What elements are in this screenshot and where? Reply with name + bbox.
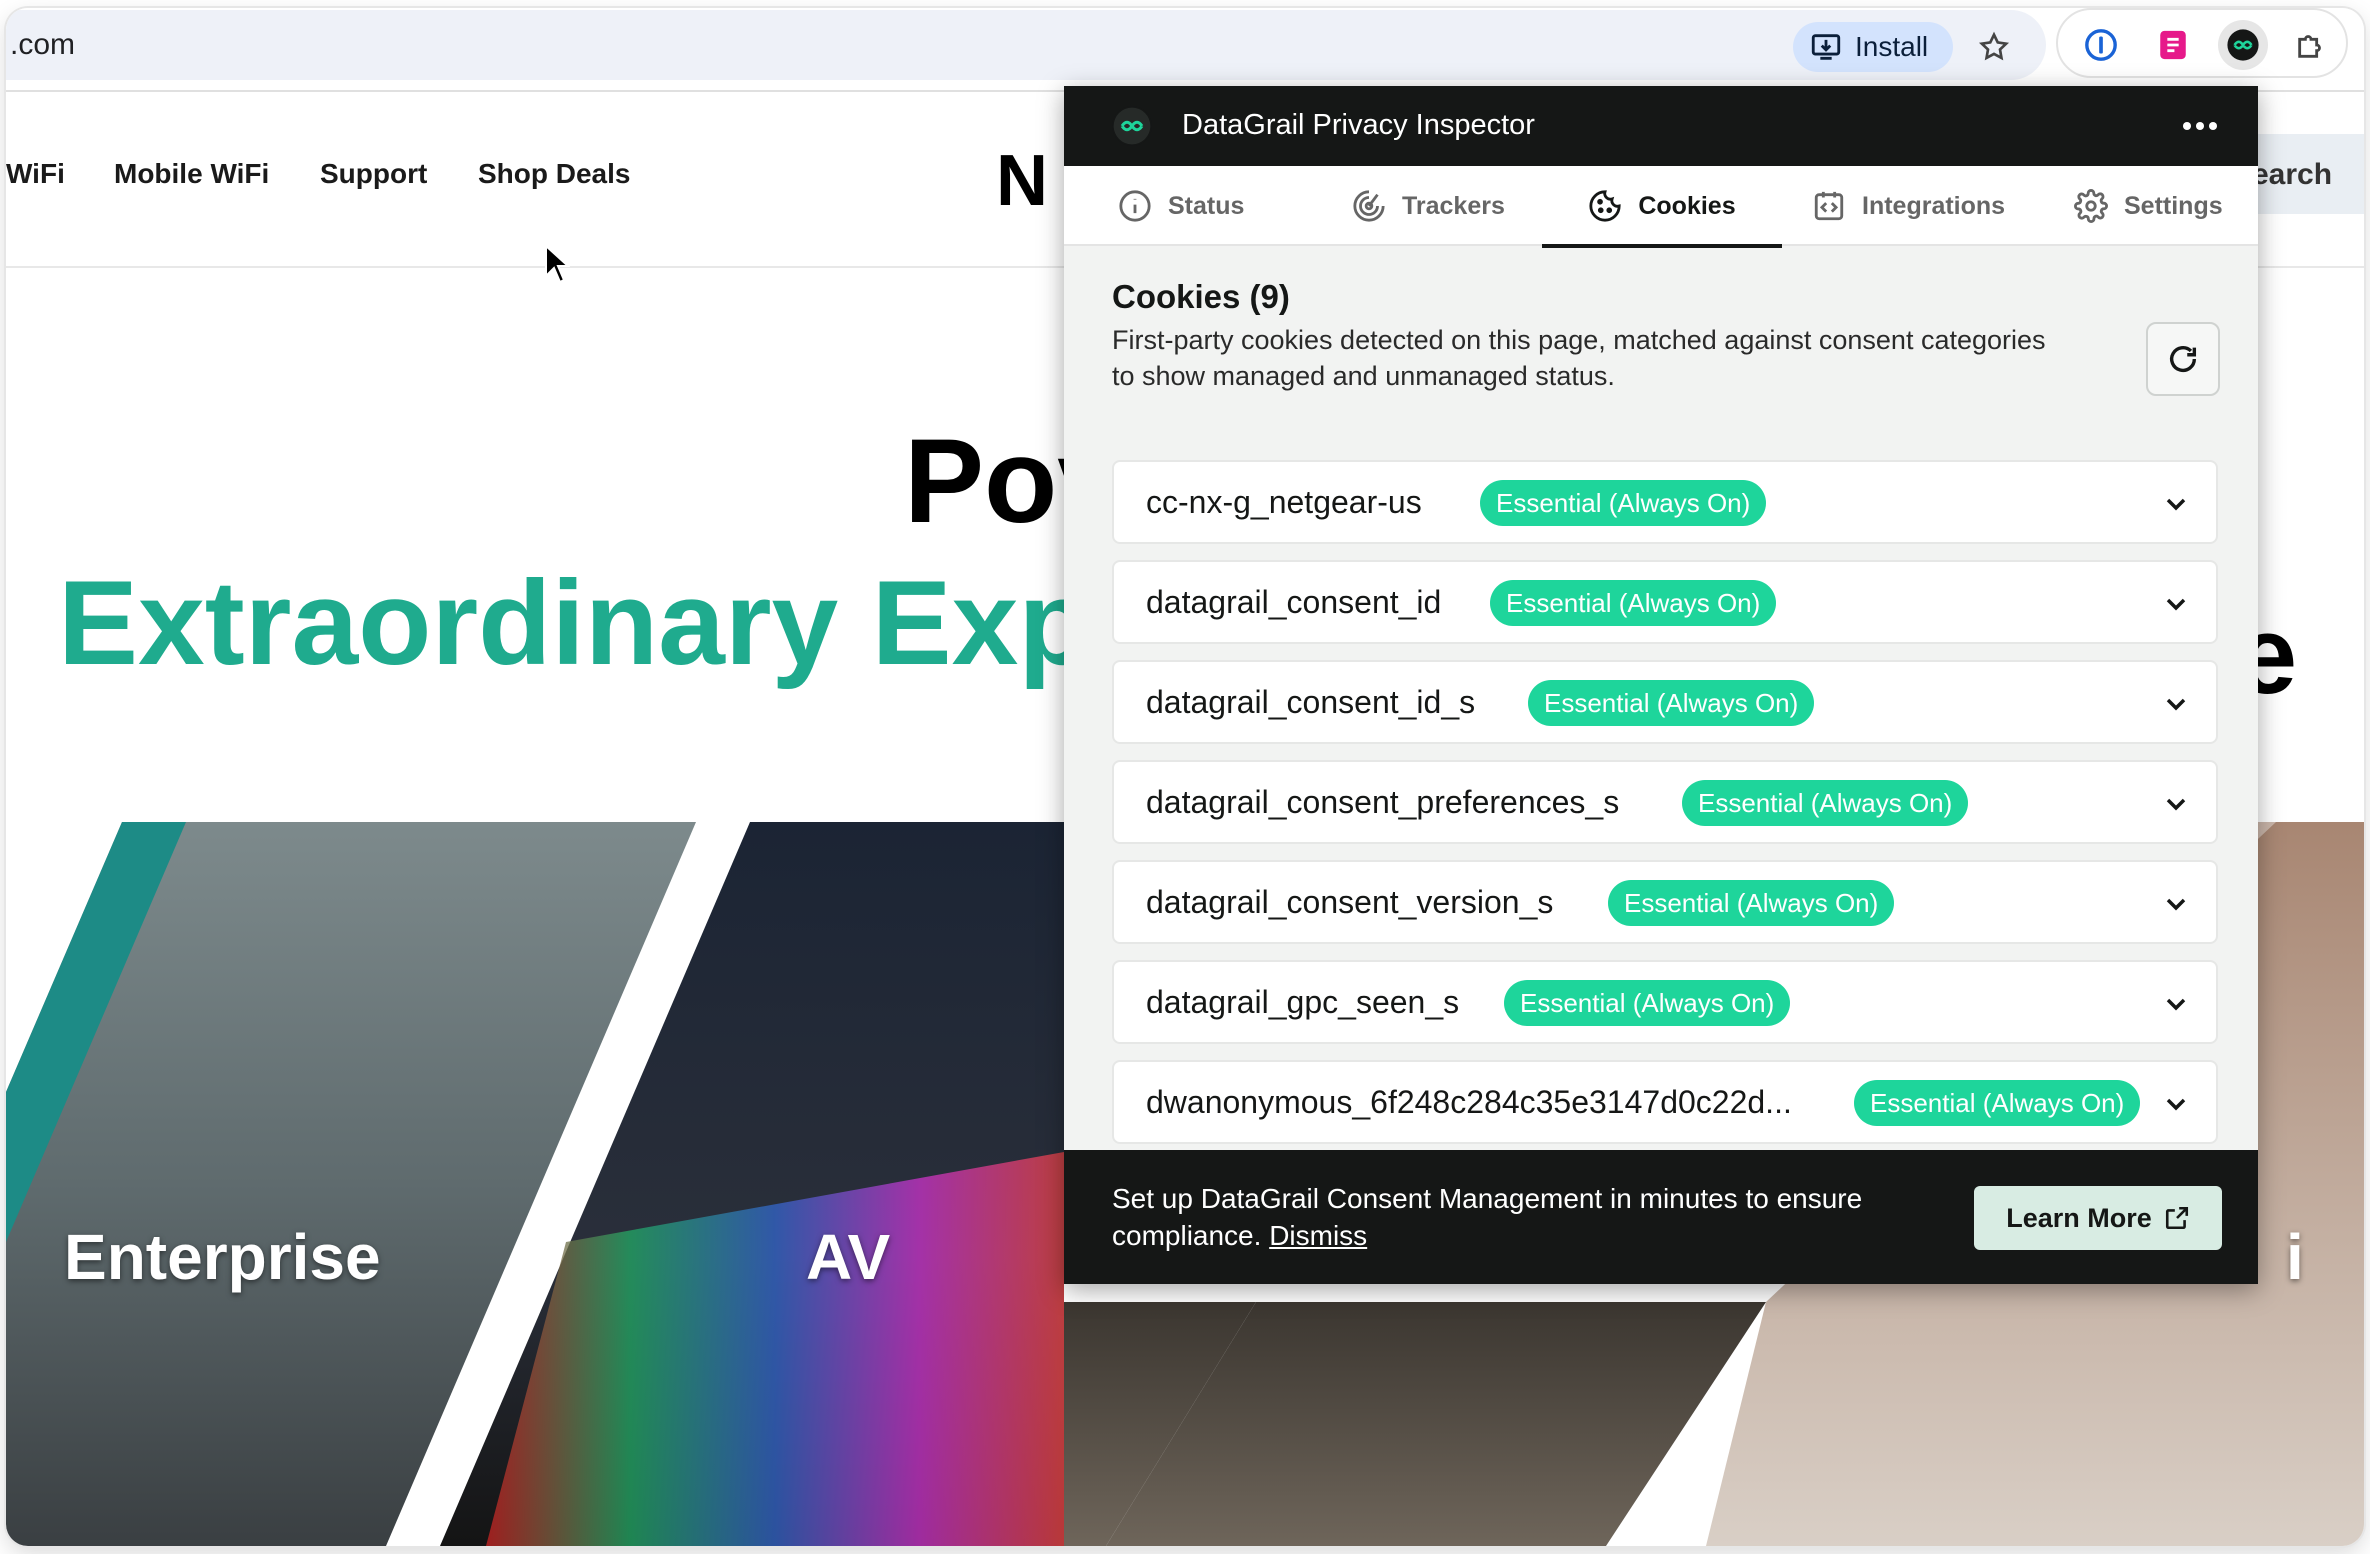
- tab-settings-label: Settings: [2124, 191, 2223, 220]
- learn-more-label: Learn More: [2006, 1202, 2152, 1233]
- cookie-name: datagrail_gpc_seen_s: [1146, 984, 1460, 1020]
- datagrail-logo-icon: [1112, 106, 1152, 146]
- radar-icon: [1353, 190, 1385, 222]
- tab-cookies-label: Cookies: [1638, 191, 1736, 220]
- nav-item-support[interactable]: Support: [320, 158, 427, 190]
- nav-item-wifi[interactable]: WiFi: [6, 158, 65, 190]
- bookmark-star-icon[interactable]: [1971, 24, 2017, 70]
- tab-status[interactable]: Status: [1118, 166, 1244, 246]
- tab-integrations-label: Integrations: [1862, 191, 2006, 220]
- install-label: Install: [1855, 31, 1929, 62]
- cookie-name: dwanonymous_6f248c284c35e3147d0c22d...: [1146, 1084, 1792, 1120]
- cookie-name: datagrail_consent_preferences_s: [1146, 784, 1620, 820]
- active-tab-underline: [1542, 244, 1782, 248]
- tab-settings[interactable]: Settings: [2074, 166, 2223, 246]
- browser-window: .com Install WiFi Mobile WiFi Support Sh…: [6, 8, 2364, 1546]
- popup-header: DataGrail Privacy Inspector: [1064, 86, 2258, 166]
- extensions-strip: [2056, 8, 2348, 78]
- chevron-down-icon[interactable]: [2160, 788, 2192, 820]
- site-logo[interactable]: N: [996, 140, 1050, 222]
- tile-wifi-label[interactable]: i: [2286, 1220, 2304, 1294]
- cookie-row[interactable]: datagrail_consent_version_s Essential (A…: [1112, 860, 2218, 944]
- cookie-category-badge: Essential (Always On): [1504, 980, 1791, 1026]
- tab-trackers-label: Trackers: [1402, 191, 1505, 220]
- tile-enterprise-label[interactable]: Enterprise: [64, 1220, 381, 1294]
- tab-trackers[interactable]: Trackers: [1352, 166, 1505, 246]
- cookie-row[interactable]: cc-nx-g_netgear-us Essential (Always On): [1112, 460, 2218, 544]
- gear-icon: [2074, 189, 2108, 223]
- chevron-down-icon[interactable]: [2160, 488, 2192, 520]
- site-search-label: earch: [2252, 158, 2333, 191]
- consent-promo-footer: Set up DataGrail Consent Management in m…: [1064, 1150, 2258, 1284]
- cookies-section-title: Cookies (9): [1112, 278, 1290, 315]
- cookie-category-badge: Essential (Always On): [1528, 680, 1815, 726]
- datagrail-popup: DataGrail Privacy Inspector Status Track…: [1064, 86, 2258, 1284]
- cookie-row[interactable]: datagrail_consent_preferences_s Essentia…: [1112, 760, 2218, 844]
- tab-cookies[interactable]: Cookies: [1542, 166, 1782, 248]
- refresh-icon: [2169, 346, 2197, 372]
- cookie-category-badge: Essential (Always On): [1480, 480, 1767, 526]
- password-manager-extension-icon[interactable]: [2076, 20, 2126, 70]
- install-icon: [1811, 34, 1841, 60]
- external-link-icon: [2165, 1206, 2188, 1230]
- datagrail-extension-icon[interactable]: [2218, 20, 2268, 70]
- chevron-down-icon[interactable]: [2160, 688, 2192, 720]
- footer-message-container: Set up DataGrail Consent Management in m…: [1112, 1180, 1872, 1254]
- info-icon: [1119, 190, 1151, 222]
- cookie-row[interactable]: datagrail_gpc_seen_s Essential (Always O…: [1112, 960, 2218, 1044]
- footer-message: Set up DataGrail Consent Management in m…: [1112, 1183, 1863, 1251]
- integrations-icon: [1814, 191, 1844, 221]
- chevron-down-icon[interactable]: [2160, 988, 2192, 1020]
- hero-heading-line2: Extraordinary Exp: [58, 556, 1092, 690]
- cookie-row[interactable]: dwanonymous_6f248c284c35e3147d0c22d... E…: [1112, 1060, 2218, 1144]
- tab-integrations[interactable]: Integrations: [1812, 166, 2005, 246]
- cookie-category-badge: Essential (Always On): [1854, 1080, 2141, 1126]
- refresh-button[interactable]: [2146, 322, 2220, 396]
- popup-title: DataGrail Privacy Inspector: [1182, 109, 1535, 141]
- install-app-button[interactable]: Install: [1793, 22, 1953, 72]
- address-bar[interactable]: .com Install: [6, 10, 2046, 80]
- tab-status-label: Status: [1168, 191, 1245, 220]
- browser-toolbar: .com Install: [6, 8, 2364, 88]
- more-options-icon[interactable]: [2176, 102, 2224, 150]
- chevron-down-icon[interactable]: [2160, 588, 2192, 620]
- learn-more-button[interactable]: Learn More: [1974, 1186, 2222, 1250]
- cookies-section-description: First-party cookies detected on this pag…: [1112, 325, 2046, 391]
- cookie-name: cc-nx-g_netgear-us: [1146, 484, 1422, 520]
- chevron-down-icon[interactable]: [2160, 888, 2192, 920]
- cookie-icon: [1589, 190, 1621, 222]
- mouse-cursor-icon: [544, 243, 571, 289]
- chevron-down-icon[interactable]: [2160, 1088, 2192, 1120]
- nav-item-shop-deals[interactable]: Shop Deals: [478, 158, 630, 190]
- puzzle-extensions-icon[interactable]: [2286, 20, 2336, 70]
- cookie-name: datagrail_consent_id_s: [1146, 684, 1476, 720]
- url-text: .com: [10, 28, 76, 61]
- cookie-name: datagrail_consent_version_s: [1146, 884, 1554, 920]
- pink-extension-icon[interactable]: [2148, 20, 2198, 70]
- dismiss-link[interactable]: Dismiss: [1269, 1220, 1367, 1251]
- popup-tabs: Status Trackers Cookies Integrations Set…: [1064, 166, 2258, 248]
- nav-item-mobile-wifi[interactable]: Mobile WiFi: [114, 158, 269, 190]
- cookie-row[interactable]: datagrail_consent_id_s Essential (Always…: [1112, 660, 2218, 744]
- cookie-row[interactable]: datagrail_consent_id Essential (Always O…: [1112, 560, 2218, 644]
- cookie-category-badge: Essential (Always On): [1490, 580, 1777, 626]
- cookie-category-badge: Essential (Always On): [1608, 880, 1895, 926]
- cookie-category-badge: Essential (Always On): [1682, 780, 1969, 826]
- tile-av-label[interactable]: AV: [806, 1220, 890, 1294]
- cookie-name: datagrail_consent_id: [1146, 584, 1442, 620]
